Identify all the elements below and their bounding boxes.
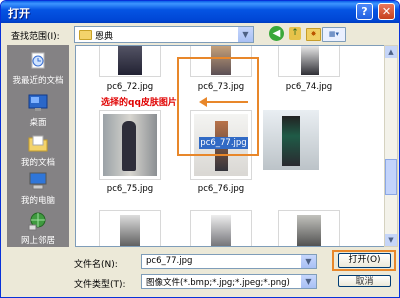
lookin-dropdown[interactable]: 恩典 ▼ <box>74 26 254 43</box>
file-thumbnail[interactable] <box>99 210 161 246</box>
my-computer-icon <box>29 172 47 190</box>
filename-input[interactable]: pc6_77.jpg ▼ <box>141 254 317 269</box>
lookin-value: 恩典 <box>95 32 114 42</box>
new-folder-icon[interactable]: ✸ <box>306 28 321 41</box>
filetype-select[interactable]: 图像文件(*.bmp;*.jpg;*.jpeg;*.png) ▼ <box>141 274 317 289</box>
file-name[interactable]: pc6_76.jpg <box>181 184 261 194</box>
up-folder-icon[interactable]: ↑ <box>289 27 301 40</box>
file-thumbnail-selected[interactable] <box>260 108 322 172</box>
place-label: 我的电脑 <box>20 196 55 206</box>
folder-icon <box>79 30 92 40</box>
place-recent-documents[interactable]: 我最近的文档 <box>7 51 69 86</box>
file-name[interactable]: pc6_74.jpg <box>269 82 349 92</box>
file-thumbnail[interactable] <box>278 210 340 246</box>
arrow-left-icon <box>199 97 207 107</box>
file-thumbnail[interactable] <box>99 110 161 180</box>
place-network-places[interactable]: 网上邻居 <box>7 211 69 246</box>
chevron-down-icon[interactable]: ▼ <box>300 255 316 268</box>
cancel-button[interactable]: 取消 <box>338 275 391 287</box>
window-title: 打开 <box>8 7 30 20</box>
help-button[interactable]: ? <box>356 3 373 20</box>
back-icon[interactable]: ◀ <box>269 26 284 41</box>
selected-file-name[interactable]: pc6_77.jpg <box>199 137 248 149</box>
open-file-dialog: 打开 ? ✕ 查找范围(I): 恩典 ▼ ◀ ↑ ✸ ▦▾ 我最近的文档 桌面 … <box>0 0 400 298</box>
chevron-down-icon[interactable]: ▼ <box>300 275 316 288</box>
place-label: 我最近的文档 <box>12 76 64 86</box>
scroll-thumb[interactable] <box>385 159 397 195</box>
network-places-icon <box>28 212 46 231</box>
filetype-value: 图像文件(*.bmp;*.jpg;*.jpeg;*.png) <box>146 278 290 288</box>
place-label: 桌面 <box>29 118 47 128</box>
recent-documents-icon <box>31 52 45 69</box>
filetype-label: 文件类型(T): <box>74 280 126 290</box>
place-my-computer[interactable]: 我的电脑 <box>7 171 69 206</box>
place-my-documents[interactable]: 我的文档 <box>7 133 69 168</box>
file-thumbnail[interactable] <box>99 46 161 77</box>
places-bar: 我最近的文档 桌面 我的文档 我的电脑 网上邻居 <box>7 45 69 247</box>
vertical-scrollbar[interactable]: ▲ ▼ <box>384 45 398 247</box>
lookin-label: 查找范围(I): <box>11 32 60 42</box>
views-icon[interactable]: ▦▾ <box>322 27 346 42</box>
scroll-down-icon[interactable]: ▼ <box>385 234 397 246</box>
file-thumbnail[interactable] <box>278 46 340 77</box>
open-button[interactable]: 打开(O) <box>338 253 391 268</box>
desktop-icon <box>28 94 48 111</box>
place-label: 我的文档 <box>20 158 55 168</box>
title-bar[interactable]: 打开 ? ✕ <box>1 1 399 23</box>
file-name[interactable]: pc6_75.jpg <box>90 184 170 194</box>
file-thumbnail[interactable] <box>190 210 252 246</box>
place-desktop[interactable]: 桌面 <box>7 93 69 128</box>
close-button[interactable]: ✕ <box>378 3 395 20</box>
filename-label: 文件名(N): <box>74 260 118 270</box>
place-label: 网上邻居 <box>20 236 55 246</box>
chevron-down-icon[interactable]: ▼ <box>237 27 253 42</box>
annotation-arrow <box>206 101 248 103</box>
annotation-label: 选择的qq皮肤图片 <box>101 98 177 108</box>
filename-value: pc6_77.jpg <box>146 256 193 266</box>
my-documents-icon <box>28 135 48 152</box>
file-name[interactable]: pc6_72.jpg <box>90 82 170 92</box>
scroll-up-icon[interactable]: ▲ <box>385 46 397 58</box>
